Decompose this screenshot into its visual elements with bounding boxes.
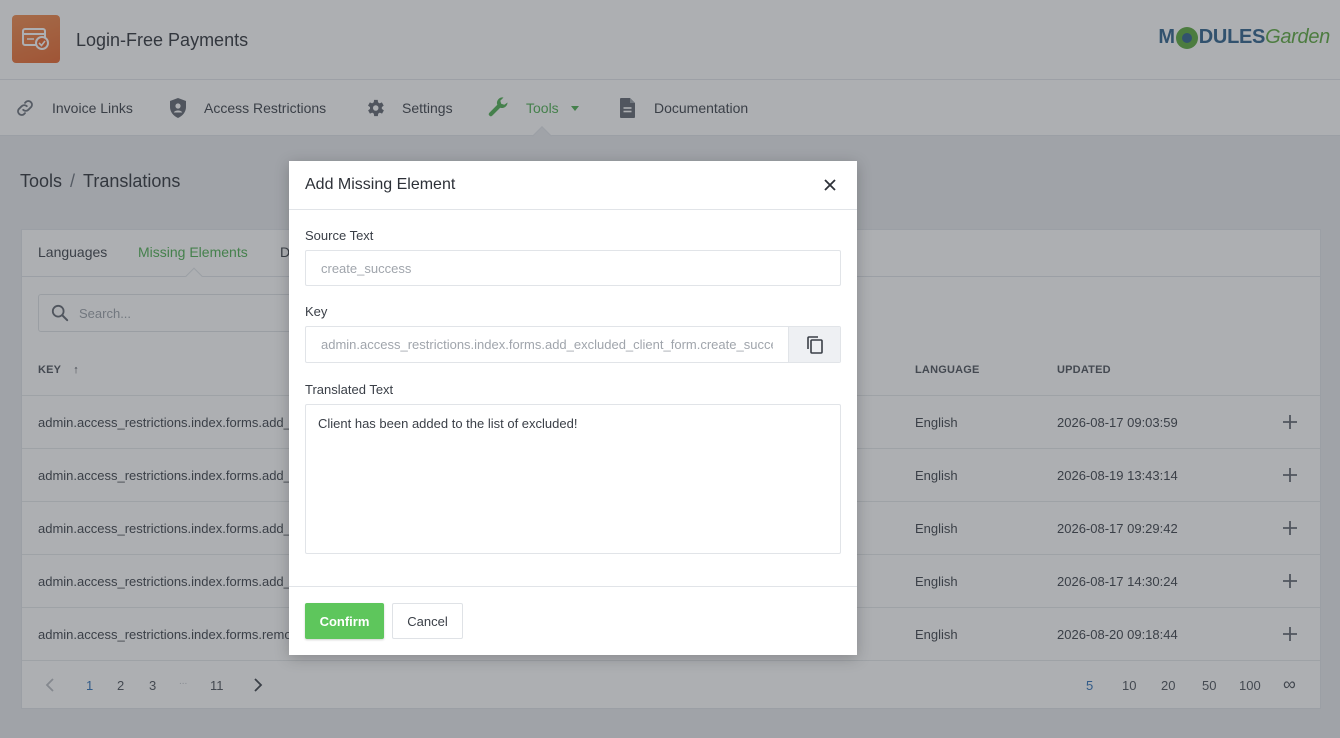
translated-text-field[interactable]: Client has been added to the list of exc… (305, 404, 841, 554)
key-label: Key (305, 304, 328, 319)
add-missing-element-modal: Add Missing Element Source Text Key Tran… (289, 161, 857, 655)
modal-header-divider (289, 209, 857, 210)
modal-title: Add Missing Element (305, 176, 456, 193)
modal-footer-divider (289, 586, 857, 587)
copy-icon (806, 335, 823, 354)
source-text-field[interactable] (305, 250, 841, 286)
cancel-button[interactable]: Cancel (392, 603, 463, 639)
key-field-group (305, 326, 841, 363)
translated-text-label: Translated Text (305, 382, 394, 397)
close-icon[interactable] (823, 178, 837, 192)
key-field[interactable] (306, 327, 788, 362)
copy-button[interactable] (788, 327, 840, 362)
confirm-button[interactable]: Confirm (305, 603, 384, 639)
source-text-label: Source Text (305, 228, 374, 243)
